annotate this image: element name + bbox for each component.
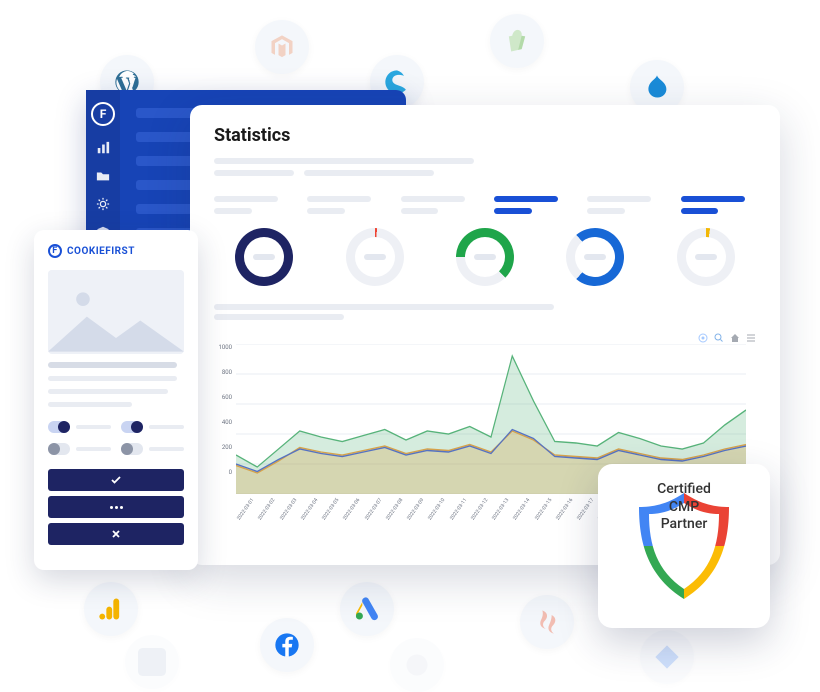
google-tag-manager-icon bbox=[640, 630, 694, 684]
cookiefirst-logo-icon: F bbox=[91, 102, 115, 126]
y-tick: 0 bbox=[214, 469, 232, 476]
page-title: Statistics bbox=[214, 125, 756, 146]
toggle-row bbox=[121, 443, 184, 455]
dots-icon bbox=[110, 506, 123, 509]
x-tick: 2022-03-08 bbox=[385, 518, 390, 521]
stat-tab-active[interactable] bbox=[681, 196, 756, 214]
donut-other bbox=[656, 228, 756, 286]
gear-icon[interactable] bbox=[96, 196, 110, 210]
placeholder-text bbox=[149, 447, 184, 451]
close-icon bbox=[110, 528, 122, 540]
y-axis: 1000 800 600 400 200 0 bbox=[214, 344, 232, 476]
donut-total bbox=[214, 228, 314, 286]
x-tick: 2022-03-01 bbox=[236, 518, 241, 521]
x-tick: 2022-03-12 bbox=[470, 518, 475, 521]
placeholder-text bbox=[76, 447, 111, 451]
x-tick: 2022-03-05 bbox=[321, 518, 326, 521]
menu-icon[interactable] bbox=[746, 328, 756, 338]
donut-row bbox=[214, 228, 756, 286]
placeholder-heading bbox=[48, 362, 177, 368]
home-icon[interactable] bbox=[730, 328, 740, 338]
image-placeholder bbox=[48, 270, 184, 354]
chart-icon[interactable] bbox=[96, 140, 110, 154]
x-tick: 2022-03-03 bbox=[279, 518, 284, 521]
settings-button[interactable] bbox=[48, 496, 184, 518]
y-tick: 1000 bbox=[214, 344, 232, 351]
toggle-row bbox=[48, 421, 111, 433]
toggle-row bbox=[121, 421, 184, 433]
cmp-badge-text: Certified CMP Partner bbox=[657, 481, 711, 534]
consent-toggle[interactable] bbox=[121, 443, 143, 455]
placeholder-text bbox=[214, 304, 554, 310]
stat-tabs bbox=[214, 196, 756, 214]
stat-tab[interactable] bbox=[587, 196, 662, 214]
placeholder-text bbox=[48, 389, 168, 394]
y-tick: 600 bbox=[214, 394, 232, 401]
x-tick: 2022-03-02 bbox=[257, 518, 262, 521]
accept-button[interactable] bbox=[48, 469, 184, 491]
stat-tab[interactable] bbox=[401, 196, 476, 214]
check-icon bbox=[110, 474, 122, 486]
linkedin-icon bbox=[125, 635, 179, 689]
x-tick: 2022-03-15 bbox=[534, 518, 539, 521]
x-tick: 2022-03-04 bbox=[300, 518, 305, 521]
cookiefirst-brand-text: COOKIEFIRST bbox=[67, 246, 135, 257]
placeholder-text bbox=[214, 158, 474, 164]
eye-icon[interactable] bbox=[698, 328, 708, 338]
cookie-banner-card: F COOKIEFIRST bbox=[34, 230, 198, 570]
platform-icon bbox=[390, 638, 444, 692]
placeholder-text bbox=[48, 402, 132, 407]
chart-toolbar bbox=[214, 328, 756, 338]
stat-tab[interactable] bbox=[214, 196, 289, 214]
cookie-buttons bbox=[48, 469, 184, 545]
placeholder-text bbox=[48, 376, 177, 381]
x-tick: 2022-03-17 bbox=[576, 518, 581, 521]
x-tick: 2022-03-11 bbox=[449, 518, 454, 521]
placeholder-text bbox=[304, 170, 434, 176]
x-tick: 2022-03-13 bbox=[491, 518, 496, 521]
consent-toggles bbox=[48, 421, 184, 455]
y-tick: 400 bbox=[214, 419, 232, 426]
placeholder-text bbox=[214, 314, 344, 320]
x-tick: 2022-03-10 bbox=[427, 518, 432, 521]
reject-button[interactable] bbox=[48, 523, 184, 545]
placeholder-text bbox=[76, 425, 111, 429]
folder-icon[interactable] bbox=[96, 168, 110, 182]
y-tick: 800 bbox=[214, 369, 232, 376]
donut-marketing bbox=[545, 228, 645, 286]
cookiefirst-logo: F COOKIEFIRST bbox=[48, 244, 184, 258]
consent-toggle[interactable] bbox=[121, 421, 143, 433]
stat-tab[interactable] bbox=[307, 196, 382, 214]
hotjar-icon bbox=[520, 595, 574, 649]
zoom-icon[interactable] bbox=[714, 328, 724, 338]
google-ads-icon bbox=[340, 582, 394, 636]
donut-rejected bbox=[324, 228, 424, 286]
stat-tab-active[interactable] bbox=[494, 196, 569, 214]
consent-toggle[interactable] bbox=[48, 443, 70, 455]
toggle-row bbox=[48, 443, 111, 455]
magento-icon bbox=[255, 20, 309, 74]
cmp-partner-badge: Certified CMP Partner bbox=[598, 464, 770, 628]
x-tick: 2022-03-09 bbox=[406, 518, 411, 521]
donut-functional bbox=[435, 228, 535, 286]
x-tick: 2022-03-14 bbox=[512, 518, 517, 521]
placeholder-text bbox=[149, 425, 184, 429]
cookiefirst-logo-icon: F bbox=[48, 244, 62, 258]
shopify-icon bbox=[490, 14, 544, 68]
y-tick: 200 bbox=[214, 444, 232, 451]
x-tick: 2022-03-16 bbox=[555, 518, 560, 521]
consent-toggle[interactable] bbox=[48, 421, 70, 433]
facebook-icon bbox=[260, 618, 314, 672]
google-analytics-icon bbox=[84, 582, 138, 636]
x-tick: 2022-03-06 bbox=[342, 518, 347, 521]
placeholder-text bbox=[214, 170, 294, 176]
x-tick: 2022-03-07 bbox=[364, 518, 369, 521]
